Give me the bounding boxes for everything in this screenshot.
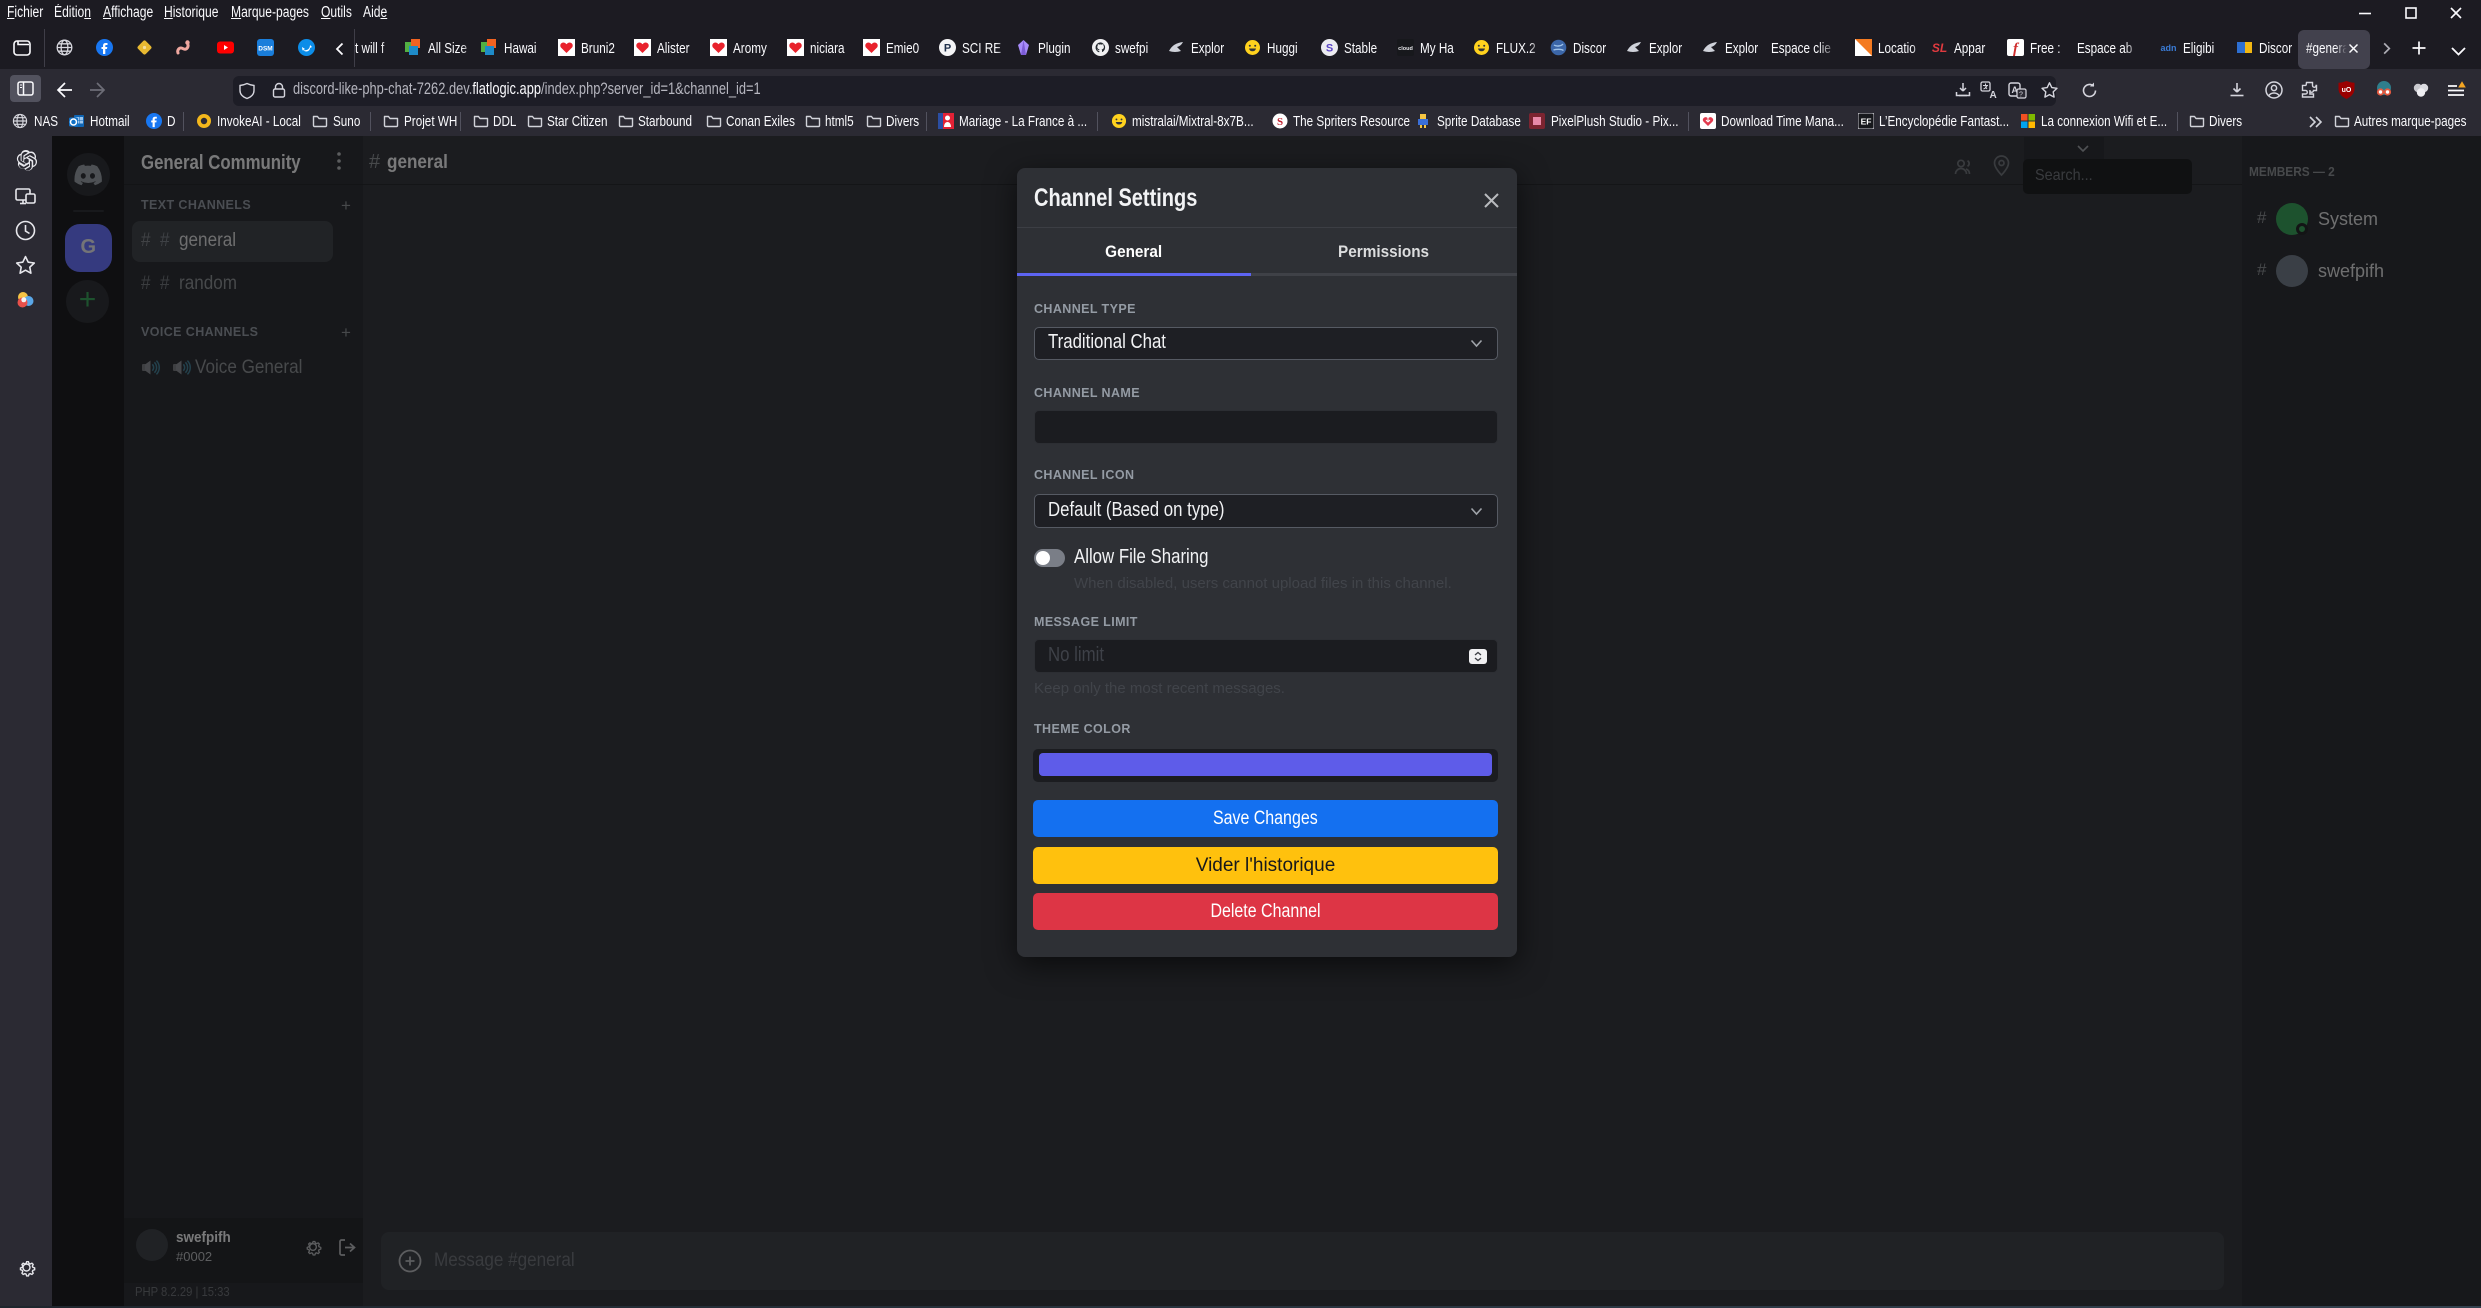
svg-text:?: ? — [2019, 92, 2023, 99]
svg-text:S: S — [1326, 43, 1333, 55]
svg-text:A: A — [1990, 90, 1997, 100]
svg-text:EF: EF — [1861, 117, 1872, 127]
svg-text:adn: adn — [2160, 43, 2176, 53]
svg-text:DSM: DSM — [258, 46, 272, 53]
svg-text:P: P — [944, 43, 951, 55]
svg-text:uO: uO — [2342, 87, 2352, 94]
svg-text:SL: SL — [1932, 41, 1947, 55]
svg-text:S: S — [1277, 116, 1283, 128]
svg-text:cloud: cloud — [1398, 46, 1413, 52]
